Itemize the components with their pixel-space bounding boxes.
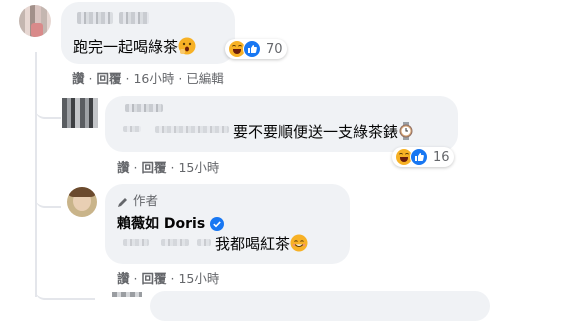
avatar[interactable]: [19, 5, 51, 37]
commenter-name[interactable]: [123, 126, 141, 132]
like-link[interactable]: 讚: [72, 71, 85, 86]
author-name[interactable]: 賴薇如 Doris: [117, 215, 225, 233]
timestamp-link[interactable]: 15小時: [178, 160, 219, 175]
mentioned-name[interactable]: [197, 239, 211, 246]
mentioned-name[interactable]: [123, 239, 149, 246]
commenter-name[interactable]: [155, 126, 229, 133]
timestamp-link[interactable]: 16小時: [133, 71, 174, 86]
comment-actions: 讚 · 回覆 · 15小時: [117, 160, 220, 175]
like-icon: [410, 148, 428, 166]
hushed-hand-emoji: [178, 37, 196, 55]
reply-link[interactable]: 回覆: [141, 271, 166, 286]
reply-link[interactable]: 回覆: [96, 71, 121, 86]
thread-connector: [35, 97, 61, 119]
timestamp-link[interactable]: 15小時: [178, 271, 219, 286]
reaction-count: 16: [433, 149, 450, 165]
comment-text: 我都喝紅茶: [215, 234, 308, 253]
reaction-summary[interactable]: 16: [392, 147, 454, 167]
avatar[interactable]: [112, 292, 142, 297]
like-icon: [243, 40, 261, 58]
smiling-emoji: [290, 234, 308, 252]
avatar[interactable]: [62, 98, 98, 128]
thread-connector: [35, 186, 61, 208]
avatar[interactable]: [67, 187, 97, 217]
like-link[interactable]: 讚: [117, 160, 130, 175]
comment-text: 要不要順便送一支綠茶錶: [233, 122, 414, 141]
comment-text: 跑完一起喝綠茶: [73, 37, 196, 56]
reaction-summary[interactable]: 70: [225, 39, 287, 59]
commenter-name[interactable]: [77, 12, 113, 24]
like-link[interactable]: 讚: [117, 271, 130, 286]
comment-actions: 讚 · 回覆 · 15小時: [117, 271, 220, 286]
edited-label[interactable]: 已編輯: [186, 71, 224, 86]
watch-emoji: [399, 122, 413, 140]
mentioned-name[interactable]: [161, 239, 189, 246]
comment-actions: 讚 · 回覆 · 16小時 · 已編輯: [72, 71, 224, 86]
reply-link[interactable]: 回覆: [141, 160, 166, 175]
comment-bubble: 要不要順便送一支綠茶錶: [105, 96, 458, 152]
author-badge: 作者: [117, 192, 158, 210]
commenter-name[interactable]: [119, 12, 149, 24]
thread-line: [35, 52, 37, 297]
verified-badge-icon: [210, 217, 225, 231]
comment-bubble: [150, 291, 490, 321]
comment-bubble: 跑完一起喝綠茶: [61, 2, 235, 64]
commenter-name[interactable]: [125, 104, 163, 112]
pen-icon: [118, 198, 127, 207]
comment-bubble: 作者 賴薇如 Doris 我都喝紅茶: [105, 184, 350, 264]
reaction-count: 70: [266, 41, 283, 57]
